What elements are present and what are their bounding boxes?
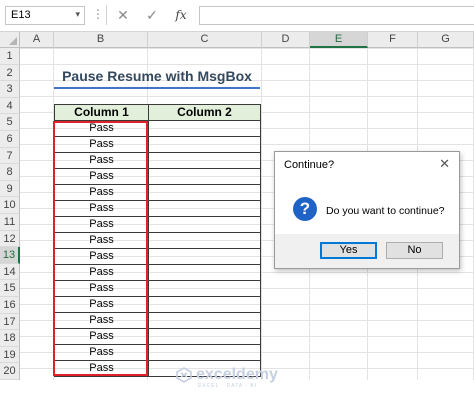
cell-column2[interactable]	[148, 312, 261, 329]
question-icon: ?	[293, 197, 317, 221]
column-header[interactable]: Column 2	[148, 104, 261, 121]
chevron-down-icon[interactable]: ▾	[75, 9, 80, 20]
row-header-6[interactable]: 6	[0, 131, 20, 148]
cancel-icon[interactable]: ✕	[112, 5, 134, 25]
row-header-7[interactable]: 7	[0, 147, 20, 165]
column-header-c[interactable]: C	[148, 32, 262, 48]
column-header-g[interactable]: G	[418, 32, 474, 48]
row-header-13[interactable]: 13	[0, 247, 20, 264]
name-box-value: E13	[11, 9, 31, 21]
cell-column2[interactable]	[148, 200, 261, 217]
row-header-14[interactable]: 14	[0, 263, 20, 281]
more-options-icon[interactable]: ⋮	[92, 7, 104, 21]
cell-column2[interactable]	[148, 328, 261, 345]
watermark: exceldemy EXCEL · DATA · BI	[176, 366, 278, 389]
formula-bar: E13 ▾ ⋮ ✕ ✓ fx	[0, 0, 474, 32]
row-header-11[interactable]: 11	[0, 214, 20, 231]
exceldemy-logo-icon	[176, 367, 192, 383]
msgbox-dialog: Continue? ✕ ? Do you want to continue? Y…	[274, 151, 460, 269]
row-header-5[interactable]: 5	[0, 114, 20, 131]
cell-column2[interactable]	[148, 296, 261, 313]
dialog-title: Continue?	[284, 159, 335, 171]
insert-function-icon[interactable]: fx	[170, 5, 192, 25]
cell-column2[interactable]	[148, 120, 261, 137]
row-header-20[interactable]: 20	[0, 363, 20, 380]
row-header-19[interactable]: 19	[0, 346, 20, 364]
dialog-message: Do you want to continue?	[326, 205, 445, 217]
column-header-a[interactable]: A	[20, 32, 54, 48]
cell-column2[interactable]	[148, 264, 261, 281]
row-header-16[interactable]: 16	[0, 297, 20, 314]
row-header-8[interactable]: 8	[0, 164, 20, 181]
close-icon[interactable]: ✕	[439, 156, 450, 172]
cell-column2[interactable]	[148, 136, 261, 153]
column-header-b[interactable]: B	[54, 32, 148, 48]
title-underline	[54, 87, 260, 89]
cell-column2[interactable]	[148, 232, 261, 249]
cell-column2[interactable]	[148, 280, 261, 297]
formula-input[interactable]	[199, 6, 474, 25]
name-box[interactable]: E13 ▾	[5, 6, 85, 25]
dialog-footer: Yes No	[275, 234, 459, 268]
row-header-12[interactable]: 12	[0, 230, 20, 248]
column-header-f[interactable]: F	[368, 32, 418, 48]
yes-button[interactable]: Yes	[320, 242, 377, 259]
row-header-10[interactable]: 10	[0, 197, 20, 214]
highlight-box	[53, 121, 148, 376]
row-header-9[interactable]: 9	[0, 180, 20, 198]
sheet-title: Pause Resume with MsgBox	[62, 68, 252, 84]
select-all-corner[interactable]	[0, 32, 20, 48]
grid-column-line	[261, 48, 262, 380]
cell-column2[interactable]	[148, 168, 261, 185]
row-header-18[interactable]: 18	[0, 330, 20, 347]
no-button[interactable]: No	[386, 242, 443, 259]
watermark-tagline: EXCEL · DATA · BI	[198, 383, 258, 389]
row-header-2[interactable]: 2	[0, 64, 20, 82]
watermark-name: exceldemy	[196, 366, 278, 383]
cell-column2[interactable]	[148, 184, 261, 201]
formula-divider	[106, 5, 107, 25]
column-header-d[interactable]: D	[262, 32, 310, 48]
row-header-4[interactable]: 4	[0, 97, 20, 115]
row-header-15[interactable]: 15	[0, 280, 20, 297]
cell-column2[interactable]	[148, 152, 261, 169]
table-header-row: Column 1 Column 2	[54, 104, 261, 121]
row-header-1[interactable]: 1	[0, 48, 20, 65]
cell-column2[interactable]	[148, 248, 261, 265]
cell-column2[interactable]	[148, 216, 261, 233]
column-header[interactable]: Column 1	[54, 104, 149, 121]
confirm-icon[interactable]: ✓	[141, 5, 163, 25]
column-header-e[interactable]: E	[310, 32, 368, 48]
row-header-3[interactable]: 3	[0, 81, 20, 98]
cell-column2[interactable]	[148, 344, 261, 361]
row-header-17[interactable]: 17	[0, 313, 20, 331]
